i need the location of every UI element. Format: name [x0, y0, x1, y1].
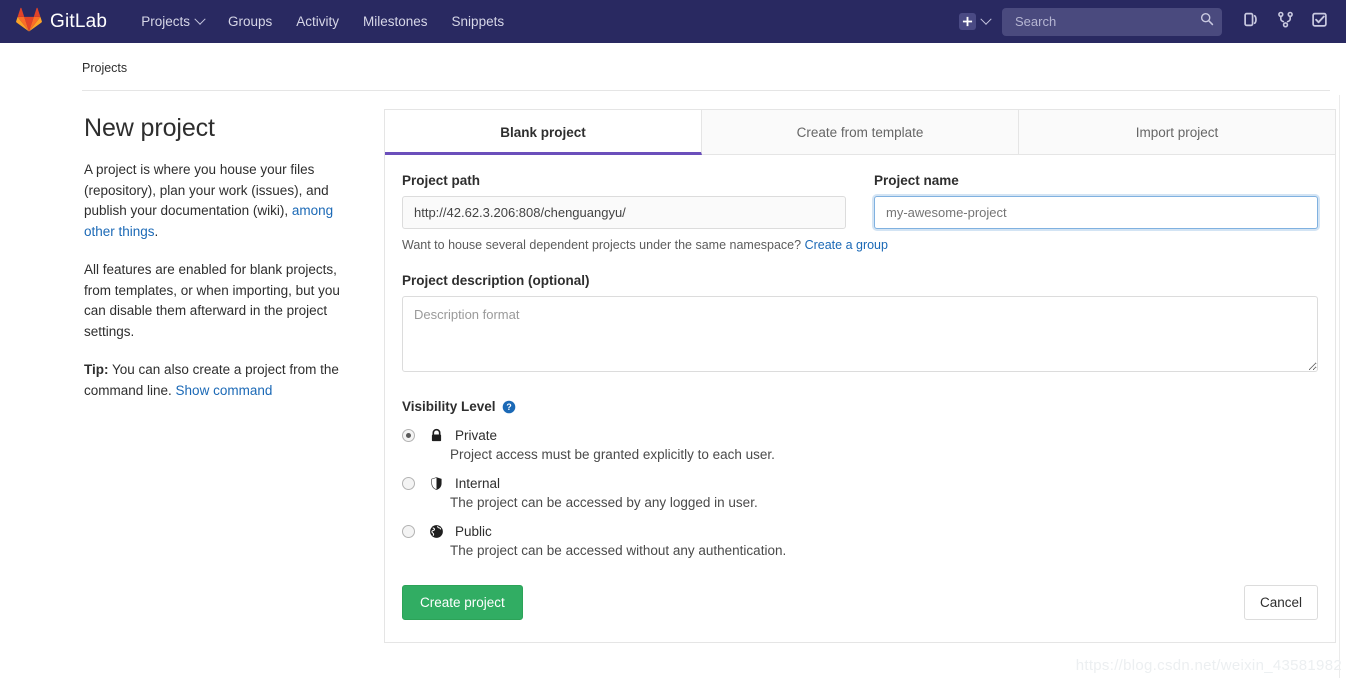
lock-icon [429, 427, 445, 443]
tab-create-from-template-label: Create from template [796, 125, 924, 140]
visibility-private-description: Project access must be granted explicitl… [450, 447, 775, 462]
radio-public[interactable] [402, 524, 415, 538]
visibility-option-public[interactable]: Public The project can be accessed witho… [402, 523, 1318, 558]
project-path-label: Project path [402, 173, 481, 188]
visibility-public-name: Public [455, 523, 492, 539]
form-column: Blank project Create from template Impor… [384, 109, 1336, 643]
nav-item-activity[interactable]: Activity [284, 0, 351, 43]
gitlab-logo-link[interactable]: GitLab [16, 7, 107, 37]
radio-internal[interactable] [402, 476, 415, 490]
intro-p1-text-b: . [154, 223, 159, 239]
nav-item-groups[interactable]: Groups [216, 0, 284, 43]
intro-paragraph-1: A project is where you house your files … [84, 160, 354, 242]
todos-icon [1311, 11, 1328, 33]
visibility-internal-description: The project can be accessed by any logge… [450, 495, 758, 510]
globe-icon [429, 523, 445, 539]
nav-item-projects[interactable]: Projects [129, 0, 216, 43]
visibility-level-label: Visibility Level [402, 399, 496, 414]
nav-item-milestones-label: Milestones [363, 14, 428, 29]
visibility-option-private[interactable]: Private Project access must be granted e… [402, 427, 1318, 462]
primary-nav: Projects Groups Activity Milestones Snip… [129, 0, 516, 43]
new-dropdown-button[interactable] [953, 13, 996, 30]
nav-item-activity-label: Activity [296, 14, 340, 29]
tab-import-project[interactable]: Import project [1019, 110, 1335, 154]
navbar-right-area [953, 0, 1336, 43]
project-description-textarea[interactable] [402, 296, 1318, 372]
visibility-public-description: The project can be accessed without any … [450, 543, 787, 558]
visibility-option-internal[interactable]: Internal The project can be accessed by … [402, 475, 1318, 510]
issues-icon [1243, 11, 1260, 33]
nav-item-snippets-label: Snippets [451, 14, 505, 29]
todos-button[interactable] [1302, 0, 1336, 43]
svg-text:?: ? [506, 402, 511, 412]
project-name-input[interactable] [874, 196, 1318, 229]
issues-button[interactable] [1234, 0, 1268, 43]
tab-create-from-template[interactable]: Create from template [702, 110, 1019, 154]
page-content: New project A project is where you house… [0, 91, 1346, 643]
tab-import-project-label: Import project [1135, 125, 1219, 140]
nav-item-groups-label: Groups [227, 14, 273, 29]
search-box[interactable] [1002, 7, 1222, 36]
project-description-label: Project description (optional) [402, 273, 590, 288]
project-name-group: Project name [874, 173, 1318, 229]
visibility-internal-name: Internal [455, 475, 501, 491]
cancel-button[interactable]: Cancel [1243, 585, 1318, 620]
nav-item-snippets[interactable]: Snippets [440, 0, 517, 43]
search-input[interactable] [1013, 13, 1200, 30]
visibility-private-name: Private [455, 427, 498, 443]
shield-icon [429, 475, 445, 491]
visibility-internal-head: Internal [402, 475, 1318, 491]
radio-private[interactable] [402, 428, 415, 442]
namespace-hint-text: Want to house several dependent projects… [402, 238, 805, 252]
breadcrumb: Projects [82, 43, 1332, 91]
project-form: Project path Project name Want to house … [385, 155, 1335, 642]
tab-blank-project-label: Blank project [500, 125, 586, 140]
merge-requests-icon [1277, 11, 1294, 33]
plus-icon [959, 13, 976, 30]
create-a-group-link[interactable]: Create a group [805, 238, 888, 252]
gitlab-tanuki-icon [16, 7, 50, 37]
watermark-text: https://blog.csdn.net/weixin_43581982 [1075, 657, 1342, 674]
project-path-group: Project path [402, 173, 846, 229]
intro-paragraph-2: All features are enabled for blank proje… [84, 262, 340, 339]
search-icon [1200, 12, 1214, 31]
nav-item-projects-label: Projects [141, 14, 190, 29]
project-path-input[interactable] [402, 196, 846, 229]
nav-item-milestones[interactable]: Milestones [351, 0, 440, 43]
visibility-private-head: Private [402, 427, 1318, 443]
gitlab-brand-text: GitLab [50, 10, 108, 32]
new-project-panel: Blank project Create from template Impor… [384, 109, 1336, 643]
tip-label: Tip: [84, 362, 109, 377]
namespace-hint: Want to house several dependent projects… [402, 238, 1318, 252]
question-circle-icon[interactable]: ? [502, 400, 516, 414]
visibility-public-head: Public [402, 523, 1318, 539]
page-title: New project [84, 114, 215, 142]
project-name-label: Project name [874, 173, 959, 188]
form-actions: Create project Cancel [402, 585, 1318, 620]
project-type-tabs: Blank project Create from template Impor… [385, 110, 1335, 155]
visibility-level-title: Visibility Level ? [402, 399, 1318, 414]
show-command-link[interactable]: Show command [176, 383, 273, 398]
merge-requests-button[interactable] [1268, 0, 1302, 43]
page-right-border [1339, 95, 1340, 678]
intro-tip: Tip: You can also create a project from … [84, 360, 354, 401]
chevron-down-icon [980, 13, 992, 25]
path-name-row: Project path Project name [402, 173, 1318, 229]
intro-column: New project A project is where you house… [84, 109, 384, 643]
create-project-button[interactable]: Create project [402, 585, 523, 620]
breadcrumb-item-projects[interactable]: Projects [82, 61, 127, 75]
chevron-down-icon [194, 13, 206, 25]
tab-blank-project[interactable]: Blank project [385, 110, 702, 155]
top-navbar: GitLab Projects Groups Activity Mileston… [0, 0, 1346, 43]
